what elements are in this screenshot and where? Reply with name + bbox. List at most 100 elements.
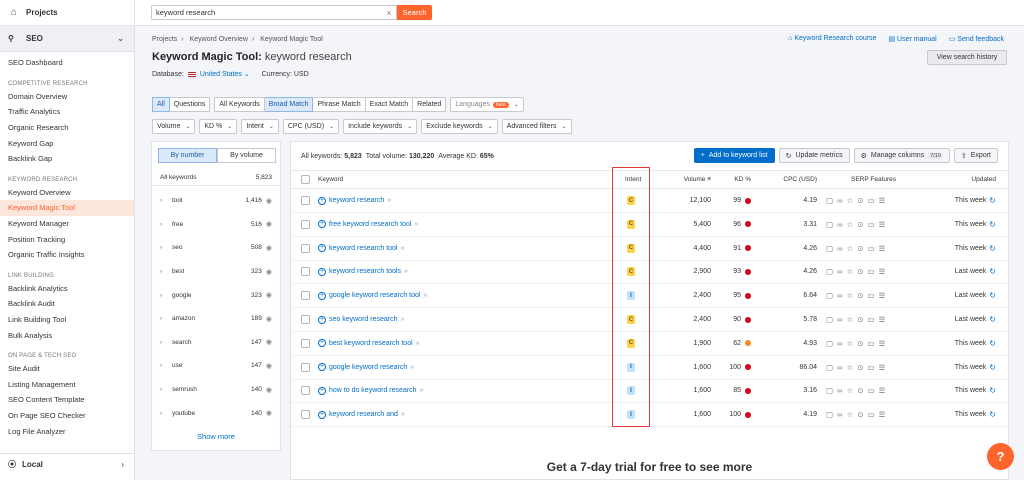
double-chevron-icon[interactable]: » <box>414 221 418 228</box>
group-item[interactable]: › tool 1,416 ◉ <box>152 189 280 213</box>
row-checkbox[interactable] <box>301 338 310 348</box>
keyword-link[interactable]: + free keyword research tool» <box>318 220 418 229</box>
group-item[interactable]: › free 516 ◉ <box>152 213 280 237</box>
double-chevron-icon[interactable]: » <box>420 387 424 394</box>
group-item[interactable]: › seo 508 ◉ <box>152 236 280 260</box>
sidebar-item[interactable]: Position Tracking <box>0 231 134 247</box>
filter-dropdown[interactable]: Intent ⌄ <box>241 119 279 134</box>
languages-dropdown[interactable]: Languages beta ⌄ <box>450 97 524 112</box>
filter-all[interactable]: All <box>152 97 170 112</box>
double-chevron-icon[interactable]: » <box>400 245 404 252</box>
eye-icon[interactable]: ◉ <box>266 362 272 370</box>
filter-related[interactable]: Related <box>413 97 447 112</box>
add-circle-icon[interactable]: + <box>318 267 326 276</box>
eye-icon[interactable]: ◉ <box>266 220 272 228</box>
filter-dropdown[interactable]: CPC (USD) ⌄ <box>282 119 340 134</box>
add-circle-icon[interactable]: + <box>318 386 326 395</box>
filter-all-keywords[interactable]: All Keywords <box>214 97 265 112</box>
double-chevron-icon[interactable]: » <box>416 340 420 347</box>
sidebar-item[interactable]: Domain Overview <box>0 89 134 105</box>
clear-icon[interactable]: × <box>382 5 396 20</box>
by-volume-button[interactable]: By volume <box>217 148 276 163</box>
filter-dropdown[interactable]: Volume ⌄ <box>152 119 196 134</box>
col-serp[interactable]: SERP Features <box>851 176 896 183</box>
double-chevron-icon[interactable]: » <box>387 197 391 204</box>
sidebar-item[interactable]: Organic Traffic Insights <box>0 247 134 263</box>
refresh-icon[interactable]: ↻ <box>989 386 996 395</box>
col-kd[interactable]: KD % <box>734 176 751 183</box>
double-chevron-icon[interactable]: » <box>401 411 405 418</box>
double-chevron-icon[interactable]: » <box>404 268 408 275</box>
keyword-link[interactable]: + keyword research tool» <box>318 244 404 253</box>
row-checkbox[interactable] <box>301 196 310 205</box>
eye-icon[interactable]: ◉ <box>266 315 272 323</box>
filter-dropdown[interactable]: Advanced filters ⌄ <box>501 119 572 134</box>
sidebar-item[interactable]: Keyword Overview <box>0 185 134 201</box>
keyword-link[interactable]: + how to do keyword research» <box>318 386 424 395</box>
sidebar-item[interactable]: Keyword Magic Tool <box>0 200 134 216</box>
sidebar-item[interactable]: Backlink Gap <box>0 151 134 167</box>
group-item[interactable]: › use 147 ◉ <box>152 354 280 378</box>
row-checkbox[interactable] <box>301 362 310 372</box>
refresh-icon[interactable]: ↻ <box>989 291 996 300</box>
add-circle-icon[interactable]: + <box>318 339 326 348</box>
sidebar-item[interactable]: Backlink Audit <box>0 296 134 312</box>
sidebar-item[interactable]: Traffic Analytics <box>0 104 134 120</box>
eye-icon[interactable]: ◉ <box>266 386 272 394</box>
keyword-link[interactable]: + keyword research» <box>318 196 391 205</box>
keyword-link[interactable]: + google keyword research tool» <box>318 291 427 300</box>
sidebar-item[interactable]: Link Building Tool <box>0 312 134 328</box>
group-item[interactable]: › youtube 140 ◉ <box>152 401 280 425</box>
add-circle-icon[interactable]: + <box>318 196 326 205</box>
sidebar-projects[interactable]: ⌂ Projects <box>0 0 134 26</box>
group-item[interactable]: › best 323 ◉ <box>152 260 280 284</box>
eye-icon[interactable]: ◉ <box>266 197 272 205</box>
feedback-link[interactable]: ▭ Send feedback <box>949 35 1004 43</box>
keyword-link[interactable]: + keyword research tools» <box>318 267 408 276</box>
add-circle-icon[interactable]: + <box>318 220 326 229</box>
filter-broad-match[interactable]: Broad Match <box>264 97 314 112</box>
group-item[interactable]: › semrush 140 ◉ <box>152 378 280 402</box>
keyword-link[interactable]: + keyword research and» <box>318 410 405 419</box>
eye-icon[interactable]: ◉ <box>266 244 272 252</box>
by-number-button[interactable]: By number <box>158 148 217 163</box>
sidebar-seo-header[interactable]: ⚲ SEO ⌄ <box>0 26 134 52</box>
sidebar-item[interactable]: Bulk Analysis <box>0 327 134 343</box>
filter-dropdown[interactable]: KD % ⌄ <box>199 119 238 134</box>
breadcrumb-projects[interactable]: Projects <box>152 36 177 43</box>
double-chevron-icon[interactable]: » <box>400 316 404 323</box>
sidebar-item[interactable]: Log File Analyzer <box>0 423 134 439</box>
manual-link[interactable]: ▤ User manual <box>888 35 936 43</box>
search-button[interactable]: Search <box>397 5 432 20</box>
export-button[interactable]: ⇪ Export <box>953 148 998 163</box>
refresh-icon[interactable]: ↻ <box>989 363 996 372</box>
sidebar-item[interactable]: On Page SEO Checker <box>0 408 134 424</box>
refresh-icon[interactable]: ↻ <box>989 220 996 229</box>
add-circle-icon[interactable]: + <box>318 315 326 324</box>
sidebar-item[interactable]: Backlink Analytics <box>0 281 134 297</box>
row-checkbox[interactable] <box>301 315 310 324</box>
row-checkbox[interactable] <box>301 267 310 277</box>
sidebar-item[interactable]: Listing Management <box>0 377 134 393</box>
keyword-link[interactable]: + google keyword research» <box>318 363 414 372</box>
filter-dropdown[interactable]: Include keywords ⌄ <box>343 119 418 134</box>
double-chevron-icon[interactable]: » <box>410 364 414 371</box>
update-metrics-button[interactable]: ↻ Update metrics <box>778 148 850 163</box>
view-search-history-button[interactable]: View search history <box>927 50 1007 65</box>
show-more-link[interactable]: Show more <box>152 432 280 441</box>
keyword-link[interactable]: + best keyword research tool» <box>318 339 420 348</box>
select-all-checkbox[interactable] <box>301 175 310 184</box>
sidebar-item[interactable]: Site Audit <box>0 361 134 377</box>
help-button[interactable]: ? <box>987 443 1014 470</box>
add-to-keyword-list-button[interactable]: + Add to keyword list <box>693 148 775 163</box>
manage-columns-button[interactable]: ⚙ Manage columns 7/10 <box>853 148 950 163</box>
refresh-icon[interactable]: ↻ <box>989 315 996 324</box>
sidebar-item[interactable]: Organic Research <box>0 120 134 136</box>
row-checkbox[interactable] <box>301 243 310 253</box>
filter-exact-match[interactable]: Exact Match <box>365 97 414 112</box>
refresh-icon[interactable]: ↻ <box>989 339 996 348</box>
refresh-icon[interactable]: ↻ <box>989 244 996 253</box>
breadcrumb-keyword-overview[interactable]: Keyword Overview <box>190 36 248 43</box>
group-item[interactable]: › amazon 189 ◉ <box>152 307 280 331</box>
filter-phrase-match[interactable]: Phrase Match <box>313 97 366 112</box>
